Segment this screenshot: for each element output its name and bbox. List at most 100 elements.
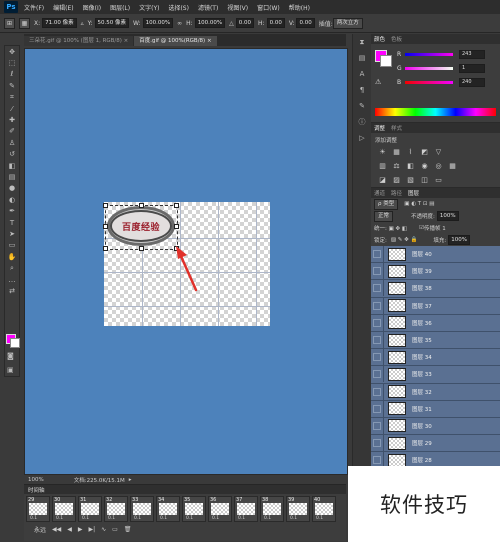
w-field[interactable]: 100.00% bbox=[142, 18, 174, 28]
quick-select-tool-icon[interactable]: ✎ bbox=[5, 80, 19, 91]
exposure-icon[interactable]: ◩ bbox=[419, 147, 430, 157]
frame-delay[interactable]: 0.1 bbox=[316, 516, 323, 521]
tab-document-1[interactable]: 三朵花.gif @ 100% (图层 1, RGB/8) × bbox=[24, 36, 134, 46]
b-value[interactable]: 240 bbox=[459, 77, 485, 87]
prev-frame-icon[interactable]: ◀ bbox=[67, 526, 72, 533]
duplicate-frame-icon[interactable]: ▭ bbox=[112, 526, 118, 533]
gamut-warning-icon[interactable]: ⚠ bbox=[375, 78, 381, 86]
b-slider[interactable] bbox=[405, 80, 453, 84]
menu-file[interactable]: 文件(F) bbox=[24, 3, 44, 12]
zoom-tool-icon[interactable]: ⌕ bbox=[5, 262, 19, 273]
tab-layers[interactable]: 图层 bbox=[408, 189, 419, 197]
delete-frame-icon[interactable]: 🗑 bbox=[124, 526, 132, 533]
menu-type[interactable]: 文字(Y) bbox=[139, 3, 159, 12]
frame-delay[interactable]: 0.1 bbox=[82, 516, 89, 521]
menu-select[interactable]: 选择(S) bbox=[168, 3, 189, 12]
transform-handle[interactable] bbox=[174, 224, 179, 229]
swap-colors-icon[interactable]: ⇄ bbox=[5, 285, 19, 296]
channel-mixer-icon[interactable]: ◎ bbox=[433, 161, 444, 171]
type-tool-icon[interactable]: T bbox=[5, 217, 19, 228]
history-icon[interactable]: ⧗ bbox=[353, 34, 371, 50]
layer-row[interactable]: 图层 37 bbox=[371, 297, 500, 315]
timeline-frame[interactable]: 37 0.1 bbox=[234, 496, 258, 522]
tab-swatches[interactable]: 色板 bbox=[391, 35, 402, 43]
reference-point-icon[interactable]: ▦ bbox=[19, 17, 30, 29]
visibility-toggle[interactable] bbox=[371, 400, 384, 417]
brush-tool-icon[interactable]: ✐ bbox=[5, 126, 19, 137]
properties-icon[interactable]: ▤ bbox=[353, 50, 371, 66]
invert-icon[interactable]: ◪ bbox=[377, 175, 388, 185]
frame-delay[interactable]: 0.1 bbox=[238, 516, 245, 521]
chain-icon[interactable]: ∞ bbox=[177, 20, 182, 27]
loop-select[interactable]: 永远 bbox=[34, 525, 46, 534]
more-tools-icon[interactable]: … bbox=[5, 274, 19, 285]
layer-row[interactable]: 图层 31 bbox=[371, 400, 500, 418]
layer-name[interactable]: 图层 30 bbox=[412, 422, 432, 430]
r-slider[interactable] bbox=[405, 52, 453, 56]
shape-tool-icon[interactable]: ▭ bbox=[5, 240, 19, 251]
h-field[interactable]: 100.00% bbox=[194, 18, 226, 28]
layer-name[interactable]: 图层 39 bbox=[412, 267, 432, 275]
dodge-tool-icon[interactable]: ◐ bbox=[5, 194, 19, 205]
black-white-icon[interactable]: ◧ bbox=[405, 161, 416, 171]
crop-tool-icon[interactable]: ⌗ bbox=[5, 92, 19, 103]
color-balance-icon[interactable]: ⚖ bbox=[391, 161, 402, 171]
visibility-toggle[interactable] bbox=[371, 297, 384, 314]
transform-handle[interactable] bbox=[139, 246, 144, 251]
brush-panel-icon[interactable]: ✎ bbox=[353, 98, 371, 114]
link-icon[interactable]: ▵ bbox=[81, 20, 84, 27]
visibility-toggle[interactable] bbox=[371, 435, 384, 452]
timeline-frame[interactable]: 39 0.1 bbox=[286, 496, 310, 522]
selective-color-icon[interactable]: ◫ bbox=[419, 175, 430, 185]
frame-delay[interactable]: 0.1 bbox=[108, 516, 115, 521]
gradient-tool-icon[interactable]: ▤ bbox=[5, 171, 19, 182]
gradient-map-icon[interactable]: ▭ bbox=[433, 175, 444, 185]
frame-delay[interactable]: 0.1 bbox=[56, 516, 63, 521]
menu-image[interactable]: 图像(I) bbox=[83, 3, 101, 12]
r-value[interactable]: 243 bbox=[459, 49, 485, 59]
blend-mode-select[interactable]: 正常 bbox=[374, 210, 394, 222]
layer-row[interactable]: 图层 38 bbox=[371, 280, 500, 298]
timeline-frame[interactable]: 36 0.1 bbox=[208, 496, 232, 522]
visibility-toggle[interactable] bbox=[371, 366, 384, 383]
tab-styles[interactable]: 样式 bbox=[391, 124, 402, 132]
menu-help[interactable]: 帮助(H) bbox=[289, 3, 310, 12]
layer-name[interactable]: 图层 33 bbox=[412, 370, 432, 378]
visibility-toggle[interactable] bbox=[371, 417, 384, 434]
timeline-frame[interactable]: 35 0.1 bbox=[182, 496, 206, 522]
layer-name[interactable]: 图层 32 bbox=[412, 388, 432, 396]
tab-paths[interactable]: 路径 bbox=[391, 189, 402, 197]
timeline-title[interactable]: 时间轴 bbox=[28, 486, 45, 494]
history-brush-tool-icon[interactable]: ↺ bbox=[5, 149, 19, 160]
posterize-icon[interactable]: ▨ bbox=[391, 175, 402, 185]
actions-icon[interactable]: ▷ bbox=[353, 130, 371, 146]
visibility-toggle[interactable] bbox=[371, 349, 384, 366]
tab-document-2[interactable]: 百度.gif @ 100%(RGB/8) × bbox=[134, 36, 217, 46]
frame-delay[interactable]: 0.1 bbox=[186, 516, 193, 521]
brightness-icon[interactable]: ☀ bbox=[377, 147, 388, 157]
visibility-toggle[interactable] bbox=[371, 332, 384, 349]
menu-edit[interactable]: 编辑(E) bbox=[53, 3, 73, 12]
color-background-swatch[interactable] bbox=[380, 55, 392, 67]
transform-bounding-box[interactable] bbox=[105, 205, 178, 250]
character-icon[interactable]: A bbox=[353, 66, 371, 82]
layer-name[interactable]: 图层 29 bbox=[412, 439, 432, 447]
hue-saturation-icon[interactable]: ▥ bbox=[377, 161, 388, 171]
layer-filter-select[interactable]: ρ 类型 bbox=[374, 198, 399, 210]
frame-delay[interactable]: 0.1 bbox=[290, 516, 297, 521]
layer-row[interactable]: 图层 33 bbox=[371, 366, 500, 384]
frame-delay[interactable]: 0.1 bbox=[264, 516, 271, 521]
layer-name[interactable]: 图层 28 bbox=[412, 456, 432, 464]
move-tool-icon[interactable]: ✥ bbox=[5, 46, 19, 57]
eyedropper-tool-icon[interactable]: ⁄ bbox=[5, 103, 19, 114]
g-slider[interactable] bbox=[405, 66, 453, 70]
layer-row[interactable]: 图层 30 bbox=[371, 417, 500, 436]
filter-icons[interactable]: ▣ ◐ T ⊡ ▤ bbox=[404, 201, 434, 207]
eraser-tool-icon[interactable]: ◧ bbox=[5, 160, 19, 171]
layer-row[interactable]: 图层 35 bbox=[371, 331, 500, 350]
hand-tool-icon[interactable]: ✋ bbox=[5, 251, 19, 262]
layer-name[interactable]: 图层 36 bbox=[412, 319, 432, 327]
transform-handle[interactable] bbox=[103, 203, 108, 208]
visibility-toggle[interactable] bbox=[371, 314, 384, 331]
color-spectrum[interactable] bbox=[375, 108, 496, 116]
